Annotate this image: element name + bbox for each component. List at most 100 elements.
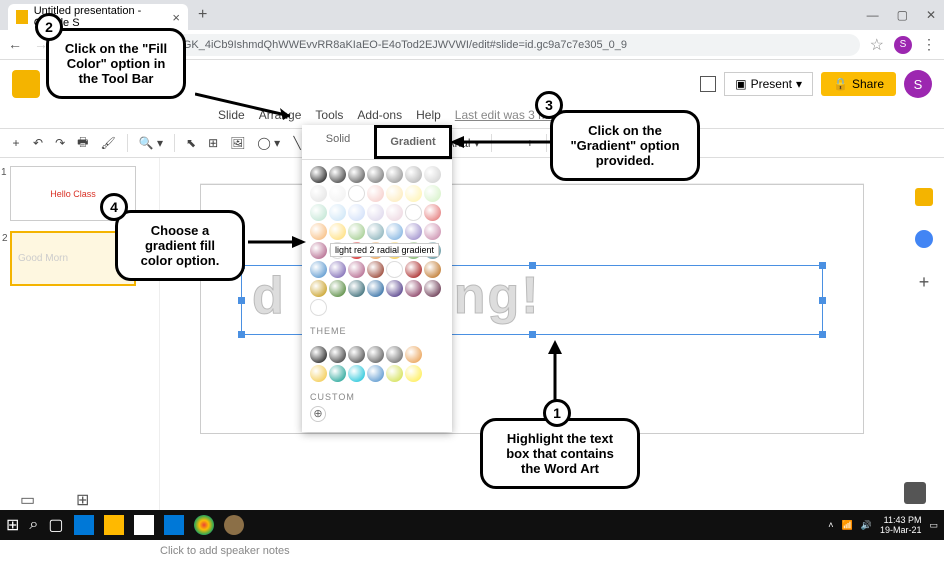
gradient-swatch[interactable] xyxy=(310,185,327,202)
gradient-swatch[interactable] xyxy=(405,223,422,240)
gradient-swatch[interactable] xyxy=(405,204,422,221)
gradient-swatch[interactable] xyxy=(329,261,346,278)
gradient-swatch[interactable] xyxy=(424,261,441,278)
theme-swatch[interactable] xyxy=(405,365,422,382)
gradient-swatch[interactable] xyxy=(348,280,365,297)
theme-swatch[interactable] xyxy=(386,346,403,363)
gradient-swatch[interactable] xyxy=(329,166,346,183)
slides-logo-icon[interactable] xyxy=(12,70,40,98)
start-icon[interactable]: ⊞ xyxy=(6,515,19,535)
explorer-icon[interactable] xyxy=(104,515,124,535)
gradient-swatch[interactable] xyxy=(386,166,403,183)
gradient-swatch[interactable] xyxy=(310,242,327,259)
gradient-swatch[interactable] xyxy=(386,280,403,297)
volume-icon[interactable]: 🔊 xyxy=(861,520,872,531)
menu-tools[interactable]: Tools xyxy=(315,108,343,122)
maximize-icon[interactable]: ▢ xyxy=(897,8,908,22)
gradient-swatch[interactable] xyxy=(367,185,384,202)
gradient-swatch[interactable] xyxy=(424,280,441,297)
image-tool[interactable]: 🖼 xyxy=(227,134,248,152)
gradient-swatch[interactable] xyxy=(348,166,365,183)
resize-handle[interactable] xyxy=(529,331,536,338)
add-custom-button[interactable]: ⊕ xyxy=(310,406,326,422)
search-icon[interactable]: ⌕ xyxy=(29,516,38,534)
gradient-swatch[interactable] xyxy=(424,204,441,221)
theme-swatch[interactable] xyxy=(386,365,403,382)
menu-addons[interactable]: Add-ons xyxy=(357,108,402,122)
gradient-swatch[interactable] xyxy=(310,204,327,221)
resize-handle[interactable] xyxy=(819,262,826,269)
comment-history-icon[interactable] xyxy=(700,76,716,92)
theme-swatch[interactable] xyxy=(348,365,365,382)
gradient-swatch[interactable] xyxy=(405,166,422,183)
theme-swatch[interactable] xyxy=(329,346,346,363)
gradient-swatch[interactable] xyxy=(329,223,346,240)
theme-swatch[interactable] xyxy=(329,365,346,382)
gradient-swatch[interactable] xyxy=(386,185,403,202)
mail-icon[interactable] xyxy=(164,515,184,535)
gradient-swatch[interactable] xyxy=(386,223,403,240)
chrome-icon[interactable] xyxy=(194,515,214,535)
close-window-icon[interactable]: ✕ xyxy=(926,8,936,22)
gradient-swatch[interactable] xyxy=(405,261,422,278)
theme-swatch[interactable] xyxy=(348,346,365,363)
theme-swatch[interactable] xyxy=(310,346,327,363)
paint-icon[interactable] xyxy=(224,515,244,535)
gradient-swatch[interactable] xyxy=(367,261,384,278)
menu-dots-icon[interactable]: ⋮ xyxy=(922,36,936,53)
gradient-swatch[interactable] xyxy=(348,261,365,278)
theme-swatch[interactable] xyxy=(367,346,384,363)
gradient-swatch[interactable] xyxy=(310,261,327,278)
new-tab-button[interactable]: + xyxy=(198,6,207,24)
gradient-swatch[interactable] xyxy=(424,223,441,240)
gradient-swatch[interactable] xyxy=(310,299,327,316)
filmstrip-view-icon[interactable]: ▭ xyxy=(20,490,36,506)
resize-handle[interactable] xyxy=(238,331,245,338)
gradient-swatch[interactable] xyxy=(405,185,422,202)
profile-avatar[interactable]: S xyxy=(894,36,912,54)
grid-view-icon[interactable]: ⊞ xyxy=(76,490,92,506)
gradient-swatch[interactable] xyxy=(367,166,384,183)
print-button[interactable]: 🖶 xyxy=(74,131,91,156)
resize-handle[interactable] xyxy=(529,262,536,269)
task-view-icon[interactable]: ▢ xyxy=(48,515,63,535)
bookmark-icon[interactable]: ☆ xyxy=(870,35,884,55)
wifi-icon[interactable]: 📶 xyxy=(842,520,853,531)
notifications-icon[interactable]: ▭ xyxy=(929,520,938,531)
tray-up-icon[interactable]: ˄ xyxy=(828,520,833,530)
speaker-notes[interactable]: Click to add speaker notes xyxy=(0,538,944,566)
gradient-swatch[interactable] xyxy=(424,166,441,183)
zoom-button[interactable]: 🔍 ▾ xyxy=(136,134,166,152)
theme-swatch[interactable] xyxy=(367,365,384,382)
resize-handle[interactable] xyxy=(819,297,826,304)
gradient-swatch[interactable] xyxy=(367,280,384,297)
gradient-swatch[interactable] xyxy=(386,204,403,221)
theme-swatch[interactable] xyxy=(310,365,327,382)
explore-button[interactable] xyxy=(904,482,926,504)
gradient-swatch[interactable] xyxy=(329,280,346,297)
gradient-swatch[interactable] xyxy=(329,204,346,221)
gradient-swatch[interactable] xyxy=(386,261,403,278)
url-input[interactable]: rs/presentation/d/1GK_4iCb9IshmdQhWWEvvR… xyxy=(82,34,860,56)
undo-button[interactable]: ↶ xyxy=(30,134,46,152)
gradient-swatch[interactable] xyxy=(348,204,365,221)
paint-format-button[interactable]: 🖌 xyxy=(97,134,118,152)
redo-button[interactable]: ↷ xyxy=(52,134,68,152)
account-avatar[interactable]: S xyxy=(904,70,932,98)
resize-handle[interactable] xyxy=(238,297,245,304)
store-icon[interactable] xyxy=(134,515,154,535)
close-icon[interactable]: × xyxy=(172,10,180,25)
gradient-swatch[interactable] xyxy=(329,185,346,202)
gradient-swatch[interactable] xyxy=(310,166,327,183)
gradient-swatch[interactable] xyxy=(367,223,384,240)
gradient-swatch[interactable] xyxy=(310,223,327,240)
present-button[interactable]: ▣ Present ▾ xyxy=(724,72,813,96)
add-icon[interactable]: + xyxy=(915,272,933,290)
back-icon[interactable]: ← xyxy=(8,36,22,53)
menu-help[interactable]: Help xyxy=(416,108,441,122)
slide-canvas[interactable]: d Morning! xyxy=(200,184,864,434)
keep-icon[interactable] xyxy=(915,188,933,206)
share-button[interactable]: 🔒 Share xyxy=(821,72,896,96)
tab-gradient[interactable]: Gradient xyxy=(374,125,452,159)
gradient-swatch[interactable] xyxy=(310,280,327,297)
